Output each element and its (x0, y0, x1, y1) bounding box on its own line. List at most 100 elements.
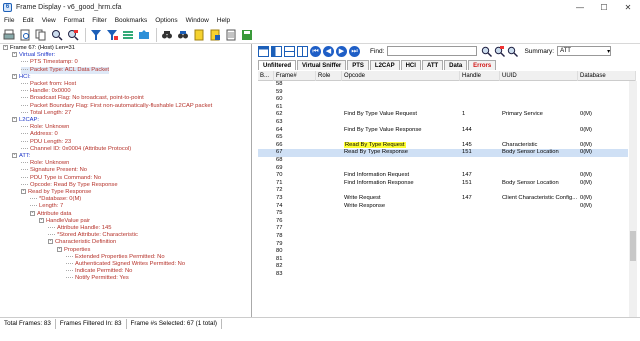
table-row[interactable]: 69 (258, 165, 628, 173)
tree-node[interactable]: Attribute Handle: 145 (48, 225, 111, 232)
table-row[interactable]: 68 (258, 157, 628, 165)
table-row[interactable]: 82 (258, 263, 628, 271)
tree-node[interactable]: PDU Type is Command: No (21, 175, 101, 182)
minimize-button[interactable]: — (568, 0, 592, 14)
tree-toggle-icon[interactable]: - (3, 45, 8, 50)
table-row[interactable]: 63 (258, 119, 628, 127)
tab-unfiltered[interactable]: Unfiltered (258, 60, 297, 70)
tree-toggle-icon[interactable]: - (12, 153, 17, 158)
tab-att[interactable]: ATT (421, 60, 444, 70)
tree-node[interactable]: Packet from: Host (21, 81, 76, 88)
bookmark-next-icon[interactable] (208, 28, 222, 42)
tab-data[interactable]: Data (444, 60, 468, 70)
menu-options[interactable]: Options (151, 17, 181, 24)
tree-node[interactable]: - HCI: (12, 73, 31, 81)
tree-node[interactable]: Address: 0 (21, 131, 58, 138)
save-icon[interactable] (240, 28, 254, 42)
tree-node[interactable]: Broadcast Flag: No broadcast, point-to-p… (21, 95, 144, 102)
quick-filter-icon[interactable] (105, 28, 119, 42)
tree-node[interactable]: Channel ID: 0x0004 (Attribute Protocol) (21, 146, 131, 153)
table-row[interactable]: 58 (258, 81, 628, 89)
tree-toggle-icon[interactable]: - (12, 117, 17, 122)
tree-node[interactable]: Total Length: 27 (21, 110, 71, 117)
find-forward-icon[interactable] (481, 46, 493, 57)
table-row[interactable]: 62 Find By Type Value Request 1 Primary Ser… (258, 111, 628, 119)
table-row[interactable]: 61 (258, 104, 628, 112)
table-row[interactable]: 80 (258, 248, 628, 256)
table-row[interactable]: 81 (258, 256, 628, 264)
table-row[interactable]: 83 (258, 271, 628, 279)
tree-node[interactable]: - HandleValue pair (39, 217, 90, 225)
tree-node[interactable]: *Database: 0(M) (30, 196, 81, 203)
find-options-icon[interactable] (507, 46, 519, 57)
tab-virtual-sniffer[interactable]: Virtual Sniffer (297, 60, 347, 70)
export-icon[interactable] (137, 28, 151, 42)
menu-edit[interactable]: Edit (18, 17, 37, 24)
table-row[interactable]: 75 (258, 210, 628, 218)
tree-node[interactable]: PDU Length: 23 (21, 139, 71, 146)
binoculars-icon[interactable] (160, 28, 174, 42)
tree-node[interactable]: - Attribute data (30, 210, 71, 218)
tree-node[interactable]: Handle: 0x0000 (21, 88, 71, 95)
tab-hci[interactable]: HCI (400, 60, 421, 70)
table-row[interactable]: 77 (258, 225, 628, 233)
bookmark-icon[interactable] (192, 28, 206, 42)
tree-node[interactable]: Notify Permitted: Yes (66, 275, 129, 282)
menu-window[interactable]: Window (182, 17, 213, 24)
summary-select[interactable]: ATT ▾ (557, 46, 612, 56)
nav-next-icon[interactable]: ▶ (336, 45, 347, 57)
table-row[interactable]: 59 (258, 89, 628, 97)
tree-toggle-icon[interactable]: - (39, 217, 44, 223)
layout-2-icon[interactable] (271, 45, 282, 57)
menu-file[interactable]: File (0, 17, 18, 24)
column-header-uuid[interactable]: UUID (500, 71, 578, 81)
tree-node[interactable]: - L2CAP: (12, 117, 39, 124)
table-row[interactable]: 70 Find Information Request 147 0(M) (258, 172, 628, 180)
tree-toggle-icon[interactable]: - (12, 73, 17, 79)
print-preview-icon[interactable] (18, 28, 32, 42)
nav-first-icon[interactable]: ⏮ (310, 45, 321, 57)
column-header-role[interactable]: Role (316, 71, 342, 81)
tree-node[interactable]: Role: Unknown (21, 160, 69, 167)
tab-l2cap[interactable]: L2CAP (369, 60, 400, 70)
column-header-frame[interactable]: Frame# (274, 71, 316, 81)
print-icon[interactable] (2, 28, 16, 42)
tab-errors[interactable]: Errors (468, 60, 497, 70)
table-row[interactable]: 71 Find Information Response 151 Body Senso… (258, 180, 628, 188)
table-row[interactable]: 74 Write Response 0(M) (258, 203, 628, 211)
table-row[interactable]: 72 (258, 187, 628, 195)
tree-node[interactable]: Role: Unknown (21, 124, 69, 131)
table-row[interactable]: 66 Read By Type Request 145 Characteristic 0… (258, 141, 628, 150)
column-header-handle[interactable]: Handle (460, 71, 500, 81)
tree-toggle-icon[interactable]: - (30, 210, 35, 216)
menu-format[interactable]: Format (60, 17, 89, 24)
table-row[interactable]: 79 (258, 241, 628, 249)
table-row[interactable]: 60 (258, 96, 628, 104)
tree-node[interactable]: Signature Present: No (21, 167, 87, 174)
tree-node[interactable]: Indicate Permitted: No (66, 268, 132, 275)
scrollbar-thumb[interactable] (630, 231, 636, 261)
notes-icon[interactable] (224, 28, 238, 42)
maximize-button[interactable]: ☐ (592, 0, 616, 14)
grid-vertical-scrollbar[interactable] (629, 81, 637, 317)
menu-view[interactable]: View (38, 17, 60, 24)
menu-bookmarks[interactable]: Bookmarks (111, 17, 152, 24)
tree-toggle-icon[interactable]: - (57, 246, 62, 252)
table-row[interactable]: 78 (258, 233, 628, 241)
tree-node[interactable]: Packet Type: ACL Data Packet (21, 66, 109, 74)
column-header-database[interactable]: Database (578, 71, 636, 81)
tree-node[interactable]: - Virtual Sniffer: (12, 52, 55, 59)
menu-filter[interactable]: Filter (88, 17, 110, 24)
layout-3-icon[interactable] (284, 45, 295, 57)
tree-node[interactable]: - Properties (57, 246, 90, 254)
column-header-bookmark[interactable]: B... (258, 71, 274, 81)
tree-toggle-icon[interactable]: - (21, 189, 26, 194)
copy-icon[interactable] (34, 28, 48, 42)
menu-help[interactable]: Help (213, 17, 234, 24)
table-row[interactable]: 73 Write Request 147 Client Characteristic … (258, 195, 628, 203)
find-next-icon[interactable] (66, 28, 80, 42)
table-row[interactable]: 76 (258, 218, 628, 226)
filter-icon[interactable] (89, 28, 103, 42)
layout-4-icon[interactable] (297, 45, 308, 57)
binoculars-next-icon[interactable] (176, 28, 190, 42)
